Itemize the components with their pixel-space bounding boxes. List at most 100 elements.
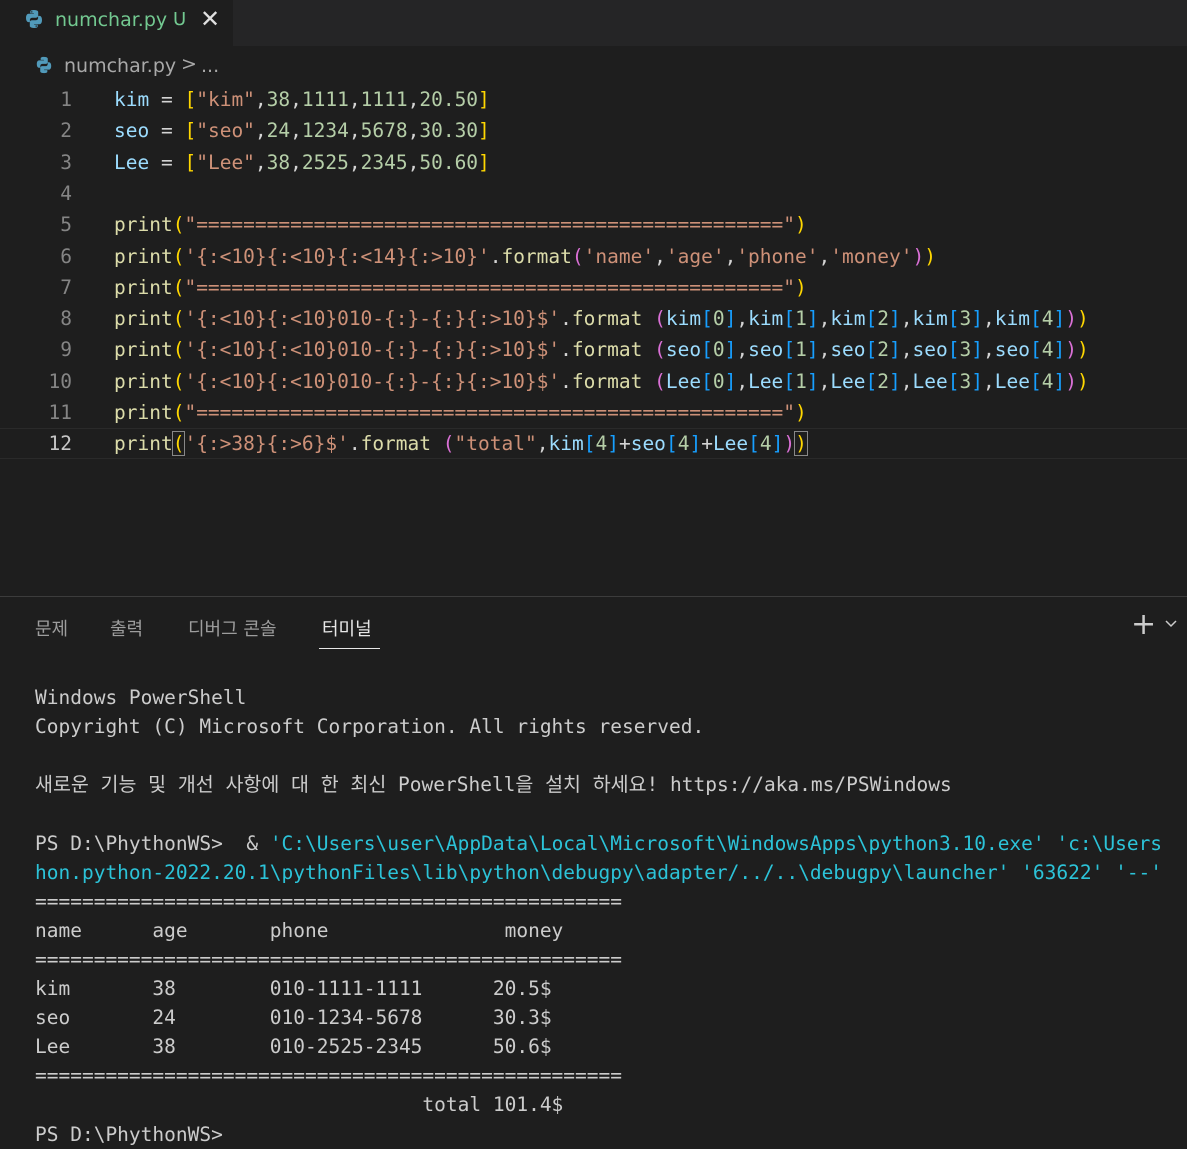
breadcrumb-symbols[interactable]: ... — [201, 55, 219, 77]
code-token: 4 — [1041, 338, 1054, 362]
line-number: 10 — [48, 369, 72, 393]
code-token: kim — [748, 307, 784, 331]
code-token: ( — [171, 431, 186, 457]
code-token: '{:<10}{:<10}010-{:}-{:}{:>10}$' — [184, 338, 561, 362]
code-line[interactable]: 5 print("================================… — [0, 209, 1187, 240]
code-token: , — [818, 244, 831, 268]
terminal-command: 'C:\Users\user\AppData\Local\Microsoft\W… — [269, 831, 1163, 855]
code-line[interactable]: 6 print('{:<10}{:<10}{:<14}{:>10}'.format… — [0, 241, 1187, 272]
breadcrumb-separator-icon: > — [181, 53, 197, 75]
code-token: 2 — [877, 369, 890, 393]
code-token: 1234 — [301, 119, 349, 143]
code-token: Lee — [712, 432, 749, 456]
code-token: , — [290, 88, 302, 111]
tab-problems[interactable]: 문제 — [35, 615, 68, 641]
code-token: . — [560, 338, 572, 362]
code-token: 24 — [266, 119, 291, 143]
code-token: ) — [1077, 369, 1089, 393]
code-token: '{:<10}{:<10}010-{:}-{:}{:>10}$' — [184, 369, 561, 393]
code-line[interactable]: 7 print("================================… — [0, 272, 1187, 303]
code-line[interactable]: 3 Lee = ["Lee",38,2525,2345,50.60] — [0, 147, 1187, 178]
code-token: ] — [971, 307, 984, 331]
code-token: [ — [701, 307, 713, 331]
code-token: , — [900, 338, 913, 362]
code-token: 4 — [759, 432, 772, 456]
code-token: ] — [724, 338, 737, 362]
code-token: [ — [701, 338, 713, 362]
code-token: ) — [794, 431, 808, 457]
code-token: ( — [172, 338, 185, 362]
code-token: ] — [478, 88, 490, 111]
code-token: 'age' — [665, 244, 725, 268]
code-token: ] — [889, 307, 901, 331]
code-token: 1111 — [301, 88, 349, 111]
tab-output[interactable]: 출력 — [110, 615, 143, 641]
code-token: , — [348, 88, 361, 111]
line-number: 2 — [60, 119, 72, 143]
code-token: ( — [654, 307, 666, 331]
code-token: ) — [794, 213, 807, 237]
code-token: 'name' — [583, 244, 655, 268]
code-token: 38 — [266, 88, 291, 111]
tab-debug-console[interactable]: 디버그 콘솔 — [188, 615, 277, 641]
code-editor[interactable]: 1 kim = ["kim",38,1111,1111,20.50] 2 seo = … — [0, 84, 1187, 596]
code-token: [ — [865, 307, 878, 331]
new-terminal-plus-icon[interactable]: + — [1131, 607, 1156, 642]
code-token: 4 — [595, 432, 608, 456]
code-line[interactable]: 4 — [0, 178, 1187, 209]
code-text: print('{:<10}{:<10}010-{:}-{:}{:>10}$'.f… — [114, 334, 1089, 365]
code-token: format — [571, 369, 643, 393]
terminal-profile-chevron-down-icon[interactable] — [1164, 615, 1178, 634]
code-token: ] — [478, 119, 490, 143]
code-token: 0 — [712, 369, 725, 393]
breadcrumb-file[interactable]: numchar.py — [64, 55, 176, 77]
code-token: , — [983, 338, 995, 362]
code-token: [ — [947, 338, 960, 362]
code-token: ( — [654, 369, 666, 393]
terminal-prompt: PS D:\PhythonWS> & — [35, 831, 270, 855]
code-token: "=======================================… — [184, 213, 795, 237]
code-text: print("=================================… — [114, 397, 807, 428]
code-line[interactable]: 1 kim = ["kim",38,1111,1111,20.50] — [0, 84, 1187, 115]
code-token: 3 — [959, 338, 972, 362]
line-number: 4 — [60, 181, 72, 205]
terminal-line: ========================================… — [35, 1064, 622, 1088]
code-line[interactable]: 10 print('{:<10}{:<10}010-{:}-{:}{:>10}$'… — [0, 366, 1187, 397]
tab-terminal[interactable]: 터미널 — [322, 615, 372, 641]
code-token: seo — [748, 338, 784, 362]
code-line[interactable]: 8 print('{:<10}{:<10}010-{:}-{:}{:>10}$'.… — [0, 303, 1187, 334]
code-token: format — [571, 338, 643, 362]
code-token: , — [736, 338, 749, 362]
code-token: , — [407, 88, 420, 111]
code-token: Lee — [912, 369, 948, 393]
code-line[interactable]: 9 print('{:<10}{:<10}010-{:}-{:}{:>10}$'.… — [0, 334, 1187, 365]
code-token: print — [114, 244, 173, 268]
editor-tab-numchar[interactable]: numchar.py U ✕ — [0, 0, 233, 46]
code-token: "Lee" — [196, 150, 255, 174]
code-token: ( — [654, 338, 666, 362]
code-token: Lee — [748, 369, 784, 393]
code-token: = — [149, 88, 185, 111]
code-token: [ — [783, 307, 796, 331]
code-line[interactable]: 2 seo = ["seo",24,1234,5678,30.30] — [0, 115, 1187, 146]
code-token: ) — [794, 275, 807, 299]
code-token: seo — [912, 338, 948, 362]
tab-close-icon[interactable]: ✕ — [200, 5, 220, 33]
code-token: kim — [114, 88, 150, 111]
code-token: "kim" — [196, 88, 255, 111]
terminal-line: Lee 38 010-2525-2345 50.6$ — [35, 1035, 552, 1059]
code-line[interactable]: 11 print("===============================… — [0, 397, 1187, 428]
terminal-line: PS D:\PhythonWS> — [35, 1122, 223, 1146]
code-token: ] — [478, 150, 490, 174]
code-line[interactable]: 12 print('{:>38}{:>6}$'.format ("total",k… — [0, 428, 1187, 460]
code-text: print('{:<10}{:<10}010-{:}-{:}{:>10}$'.f… — [114, 303, 1089, 334]
code-token: ( — [172, 275, 185, 299]
code-token: + — [701, 432, 713, 456]
code-token: = — [149, 150, 185, 174]
terminal-command: hon.python-2022.20.1\pythonFiles\lib\pyt… — [35, 860, 1163, 884]
code-token: , — [818, 369, 831, 393]
code-token: ( — [172, 244, 185, 268]
code-token: seo — [630, 432, 666, 456]
code-token: ) — [1065, 307, 1078, 331]
